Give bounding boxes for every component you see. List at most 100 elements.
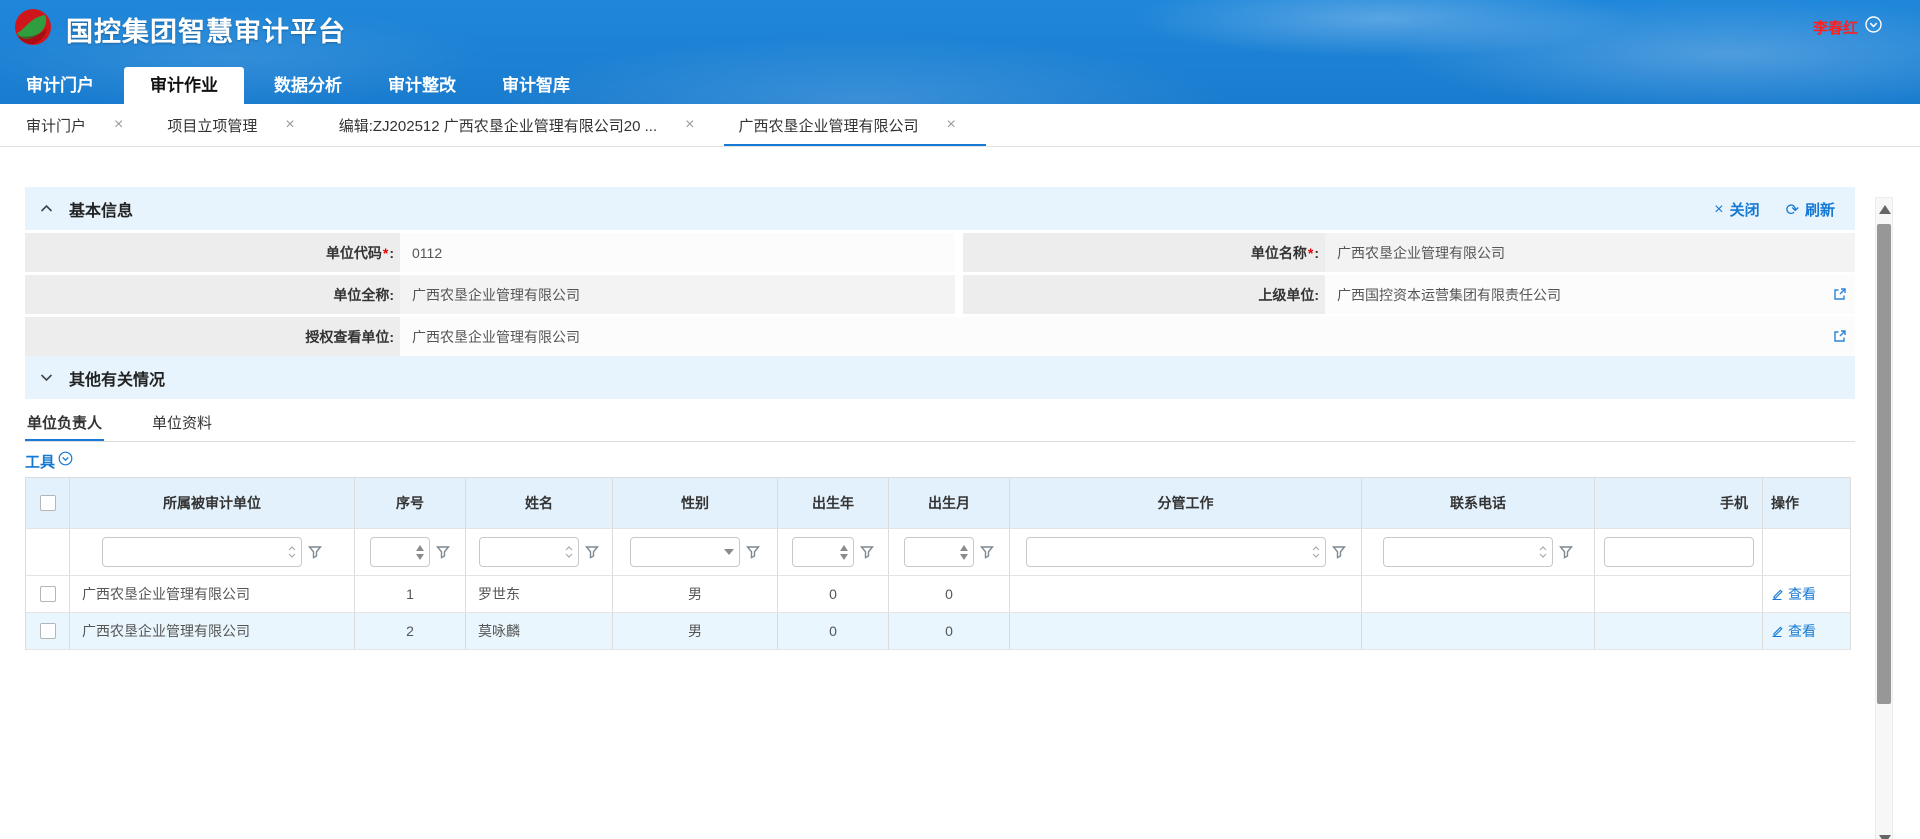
external-link-icon[interactable] [1833,287,1847,304]
filter-funnel-icon[interactable] [980,545,994,559]
filter-funnel-icon[interactable] [308,545,322,559]
col-header-audited-unit[interactable]: 所属被审计单位 [70,478,355,529]
nav-item-audit-rectify[interactable]: 审计整改 [372,67,472,104]
filter-select-gender[interactable] [630,537,740,567]
unit-full-name-field[interactable]: 广西农垦企业管理有限公司 [400,275,955,314]
parent-unit-field[interactable]: 广西国控资本运营集团有限责任公司 [1325,275,1855,314]
combo-chevrons-icon [1539,545,1547,559]
col-header-seq[interactable]: 序号 [355,478,466,529]
close-label: 关闭 [1730,199,1760,220]
col-header-birth-month[interactable]: 出生月 [889,478,1010,529]
authorized-units-field[interactable]: 广西农垦企业管理有限公司 [400,317,1855,356]
row-checkbox[interactable] [40,586,56,602]
authorized-units-label: 授权查看单位: [25,317,400,356]
table-header-row: 所属被审计单位 序号 姓名 性别 出生年 出生月 分管工作 联系电话 手机 操作 [26,478,1850,529]
page-actions: × 关闭 ⟳ 刷新 [1714,199,1835,220]
filter-input-seq[interactable] [370,537,430,567]
cell-gender: 男 [613,613,778,650]
tools-menu-button[interactable]: 工具 [25,451,55,472]
unit-name-value: 广西农垦企业管理有限公司 [1337,243,1505,263]
tab-close-icon[interactable]: × [285,117,294,133]
workspace-tab-unit-detail[interactable]: 广西农垦企业管理有限公司 × [724,104,985,146]
section-title: 其他有关情况 [69,366,165,390]
workspace-tab-project-mgmt[interactable]: 项目立项管理 × [153,104,324,146]
nav-item-audit-work[interactable]: 审计作业 [124,67,244,104]
view-row-button[interactable]: 查看 [1763,621,1816,641]
col-header-tel[interactable]: 联系电话 [1362,478,1595,529]
parent-unit-value: 广西国控资本运营集团有限责任公司 [1337,285,1561,305]
filter-input-audited-unit[interactable] [102,537,302,567]
subtab-unit-files[interactable]: 单位资料 [150,403,214,441]
scroll-down-arrow-icon[interactable] [1879,835,1891,839]
edit-pencil-icon [1771,588,1783,600]
form-gap [955,275,963,314]
nav-item-data-analysis[interactable]: 数据分析 [258,67,358,104]
tools-chevron-down-icon[interactable] [58,451,73,471]
cell-birth-year: 0 [778,613,889,650]
number-spinner-icon[interactable] [416,545,424,560]
filter-input-birth-month[interactable] [904,537,974,567]
view-row-button[interactable]: 查看 [1763,584,1816,604]
filter-funnel-icon[interactable] [1559,545,1573,559]
number-spinner-icon[interactable] [840,545,848,560]
row-checkbox[interactable] [40,623,56,639]
collapse-chevron-down-icon[interactable] [40,369,53,387]
cell-name: 莫咏麟 [466,613,613,650]
filter-funnel-icon[interactable] [860,545,874,559]
unit-code-field[interactable]: 0112 [400,233,955,272]
number-spinner-icon[interactable] [960,545,968,560]
external-link-icon[interactable] [1833,329,1847,346]
filter-input-tel[interactable] [1383,537,1553,567]
vertical-scrollbar[interactable] [1875,197,1893,839]
table-row[interactable]: 广西农垦企业管理有限公司 1 罗世东 男 0 0 查看 [26,576,1850,613]
col-header-birth-year[interactable]: 出生年 [778,478,889,529]
combo-chevrons-icon [288,545,296,559]
subtab-unit-leaders[interactable]: 单位负责人 [25,403,104,441]
user-name: 李春红 [1813,17,1858,38]
cell-duty [1010,613,1362,650]
dropdown-arrow-icon[interactable] [724,549,734,555]
unit-name-field[interactable]: 广西农垦企业管理有限公司 [1325,233,1855,272]
select-all-checkbox[interactable] [40,495,56,511]
view-label: 查看 [1788,621,1816,641]
authorized-units-value: 广西农垦企业管理有限公司 [412,327,580,347]
other-info-subtabs: 单位负责人 单位资料 [25,403,1855,442]
close-page-button[interactable]: × 关闭 [1714,199,1759,220]
tab-label: 审计门户 [26,115,86,136]
filter-input-duty[interactable] [1026,537,1326,567]
user-menu[interactable]: 李春红 [1813,16,1882,38]
unit-code-label: 单位代码*: [25,233,400,272]
col-header-duty[interactable]: 分管工作 [1010,478,1362,529]
col-header-name[interactable]: 姓名 [466,478,613,529]
section-other-info-header[interactable]: 其他有关情况 [25,356,1855,399]
workspace-tab-edit-project[interactable]: 编辑:ZJ202512 广西农垦企业管理有限公司20 ... × [325,104,725,146]
cell-birth-month: 0 [889,576,1010,613]
cell-audited-unit: 广西农垦企业管理有限公司 [70,576,355,613]
workspace-tab-portal[interactable]: 审计门户 × [12,104,153,146]
col-header-gender[interactable]: 性别 [613,478,778,529]
section-basic-info-header[interactable]: 基本信息 [25,187,1855,230]
table-row[interactable]: 广西农垦企业管理有限公司 2 莫咏麟 男 0 0 查看 [26,613,1850,650]
nav-item-audit-library[interactable]: 审计智库 [486,67,586,104]
filter-input-mobile[interactable] [1604,537,1754,567]
scrollbar-thumb[interactable] [1877,224,1891,704]
tab-close-icon[interactable]: × [685,117,694,133]
filter-funnel-icon[interactable] [1332,545,1346,559]
basic-info-form: 单位代码*: 0112 单位名称*: 广西农垦企业管理有限公司 单位全称: 广西… [25,233,1855,356]
tab-label: 项目立项管理 [167,115,257,136]
col-header-mobile[interactable]: 手机 [1595,478,1763,529]
filter-funnel-icon[interactable] [436,545,450,559]
content-area: × 关闭 ⟳ 刷新 基本信息 单位代码*: 0112 单位名称*: 广西农垦企业… [0,187,1920,839]
filter-funnel-icon[interactable] [746,545,760,559]
nav-item-audit-portal[interactable]: 审计门户 [10,67,110,104]
view-label: 查看 [1788,584,1816,604]
collapse-chevron-up-icon[interactable] [40,200,53,218]
refresh-page-button[interactable]: ⟳ 刷新 [1786,199,1835,220]
tab-close-icon[interactable]: × [947,117,956,133]
scroll-up-arrow-icon[interactable] [1879,205,1891,214]
filter-funnel-icon[interactable] [585,545,599,559]
filter-input-birth-year[interactable] [792,537,854,567]
tab-close-icon[interactable]: × [114,117,123,133]
filter-input-name[interactable] [479,537,579,567]
user-chevron-down-icon[interactable] [1865,16,1882,38]
